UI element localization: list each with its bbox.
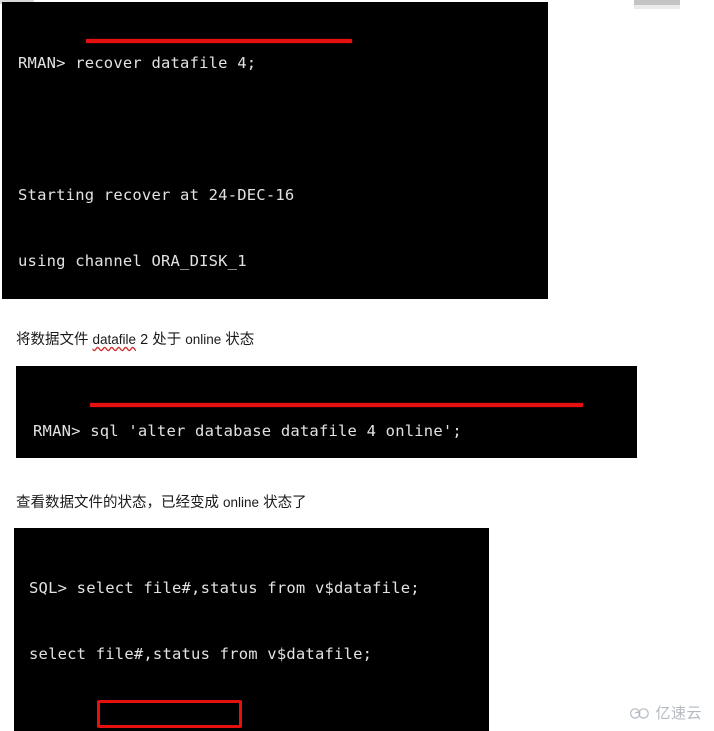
terminal-line: RMAN> sql 'alter database datafile 4 onl… <box>33 422 462 440</box>
annotation-box-datafile-4-online <box>97 700 242 728</box>
scrollbar-artifact-right-shadow <box>634 5 680 9</box>
annotation-underline-recover-command <box>86 39 352 43</box>
caption-latin-word: online <box>185 332 222 347</box>
terminal-line: select file#,status from v$datafile; <box>29 645 373 663</box>
page-canvas: RMAN> recover datafile 4; Starting recov… <box>0 0 714 731</box>
annotation-underline-sql-command <box>90 403 583 407</box>
terminal-line: Starting recover at 24-DEC-16 <box>18 186 295 204</box>
terminal-line: using channel ORA_DISK_1 <box>18 252 247 270</box>
caption-text-part: 状态了 <box>259 495 307 511</box>
caption-text-part: 2 处于 <box>136 332 186 348</box>
watermark: 亿速云 <box>629 702 702 723</box>
cloud-icon <box>629 706 651 720</box>
caption-text-part: 将数据文件 <box>16 332 93 348</box>
terminal-line: SQL> select file#,status from v$datafile… <box>29 579 420 597</box>
caption-set-datafile-online: 将数据文件 datafile 2 处于 online 状态 <box>16 330 254 350</box>
caption-latin-word: online <box>223 495 260 510</box>
terminal-rman-sql-online[interactable]: RMAN> sql 'alter database datafile 4 onl… <box>16 366 637 458</box>
caption-text-part: 状态 <box>221 332 255 348</box>
caption-check-datafile-status: 查看数据文件的状态，已经变成 online 状态了 <box>16 493 307 513</box>
terminal-sqlplus-status[interactable]: SQL> select file#,status from v$datafile… <box>14 528 489 731</box>
watermark-text: 亿速云 <box>655 705 702 722</box>
caption-misspelled-word: datafile <box>92 332 137 347</box>
caption-text-part: 查看数据文件的状态，已经变成 <box>16 495 224 511</box>
terminal-rman-recover[interactable]: RMAN> recover datafile 4; Starting recov… <box>2 2 548 299</box>
terminal-line: RMAN> recover datafile 4; <box>18 54 257 72</box>
